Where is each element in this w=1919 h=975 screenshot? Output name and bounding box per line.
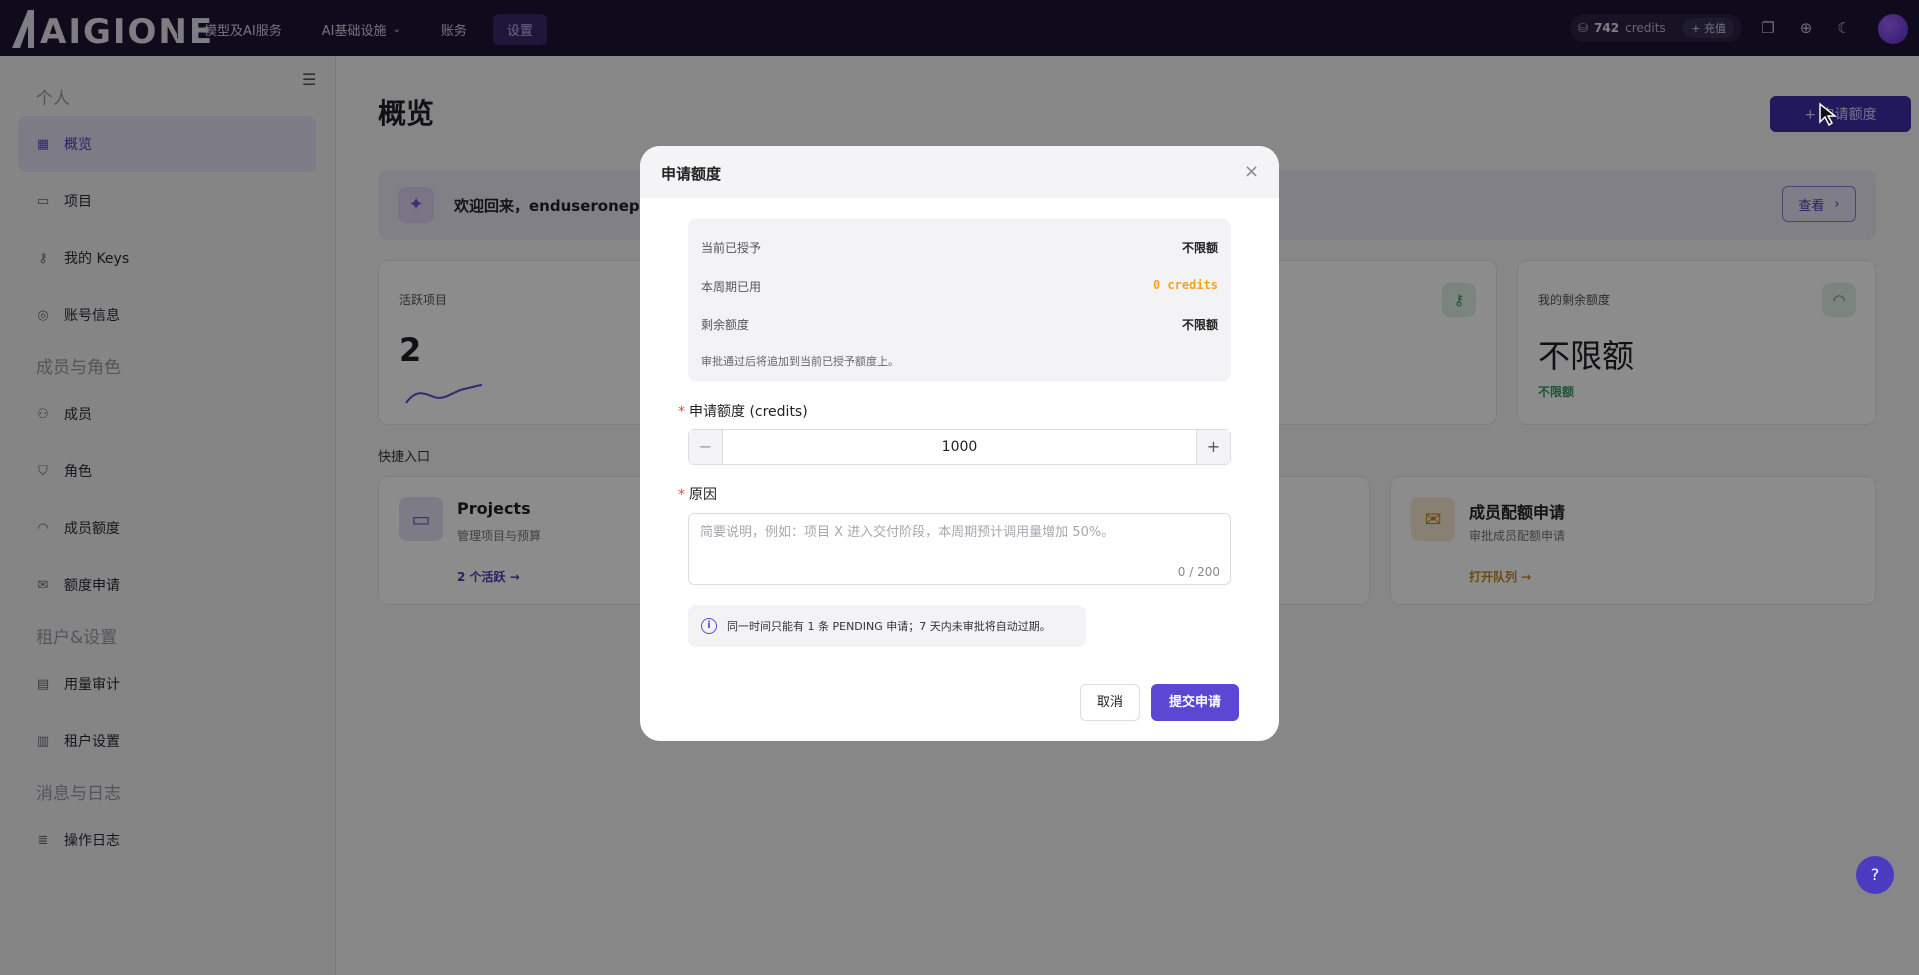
reason-placeholder: 简要说明，例如：项目 X 进入交付阶段，本周期预计调用量增加 50%。 bbox=[700, 525, 1115, 540]
summary-row-granted: 当前已授予 不限额 bbox=[701, 239, 1218, 256]
mouse-cursor-icon bbox=[1819, 102, 1838, 126]
amount-label: * 申请额度 (credits) bbox=[678, 401, 808, 421]
dialog-header: 申请额度 × bbox=[640, 146, 1279, 198]
decrement-button[interactable]: − bbox=[689, 430, 722, 464]
required-mark: * bbox=[678, 404, 685, 420]
summary-value: 不限额 bbox=[1181, 241, 1218, 255]
reason-label: * 原因 bbox=[678, 484, 717, 504]
help-icon[interactable]: ? bbox=[1856, 856, 1894, 894]
reason-label-text: 原因 bbox=[689, 487, 717, 503]
close-icon[interactable]: × bbox=[1244, 161, 1259, 182]
pending-notice: i 同一时间只能有 1 条 PENDING 申请；7 天内未审批将自动过期。 bbox=[688, 605, 1086, 647]
increment-button[interactable]: + bbox=[1197, 430, 1230, 464]
amount-stepper: − 1000 + bbox=[688, 429, 1231, 465]
required-mark: * bbox=[678, 487, 685, 503]
notice-text: 同一时间只能有 1 条 PENDING 申请；7 天内未审批将自动过期。 bbox=[727, 620, 1051, 633]
quota-summary: 当前已授予 不限额 本周期已用 0 credits 剩余额度 不限额 审批通过后… bbox=[688, 219, 1231, 381]
summary-note: 审批通过后将追加到当前已授予额度上。 bbox=[701, 355, 899, 368]
summary-row-remaining: 剩余额度 不限额 bbox=[701, 316, 1218, 333]
cancel-button[interactable]: 取消 bbox=[1080, 684, 1140, 721]
apply-quota-dialog: 申请额度 × 当前已授予 不限额 本周期已用 0 credits 剩余额度 不限… bbox=[640, 146, 1279, 741]
summary-value: 不限额 bbox=[1181, 318, 1218, 332]
reason-textarea[interactable]: 简要说明，例如：项目 X 进入交付阶段，本周期预计调用量增加 50%。 0 / … bbox=[688, 513, 1231, 585]
info-icon: i bbox=[701, 618, 717, 634]
summary-label: 剩余额度 bbox=[701, 318, 750, 332]
summary-label: 当前已授予 bbox=[701, 241, 762, 255]
summary-label: 本周期已用 bbox=[701, 280, 762, 294]
summary-row-used: 本周期已用 0 credits bbox=[701, 278, 1218, 295]
summary-value: 0 credits bbox=[1152, 278, 1218, 292]
submit-button[interactable]: 提交申请 bbox=[1151, 684, 1239, 721]
amount-label-text: 申请额度 (credits) bbox=[689, 404, 808, 420]
char-count: 0 / 200 bbox=[1177, 565, 1220, 579]
dialog-title: 申请额度 bbox=[661, 165, 722, 183]
amount-input[interactable]: 1000 bbox=[722, 430, 1197, 464]
